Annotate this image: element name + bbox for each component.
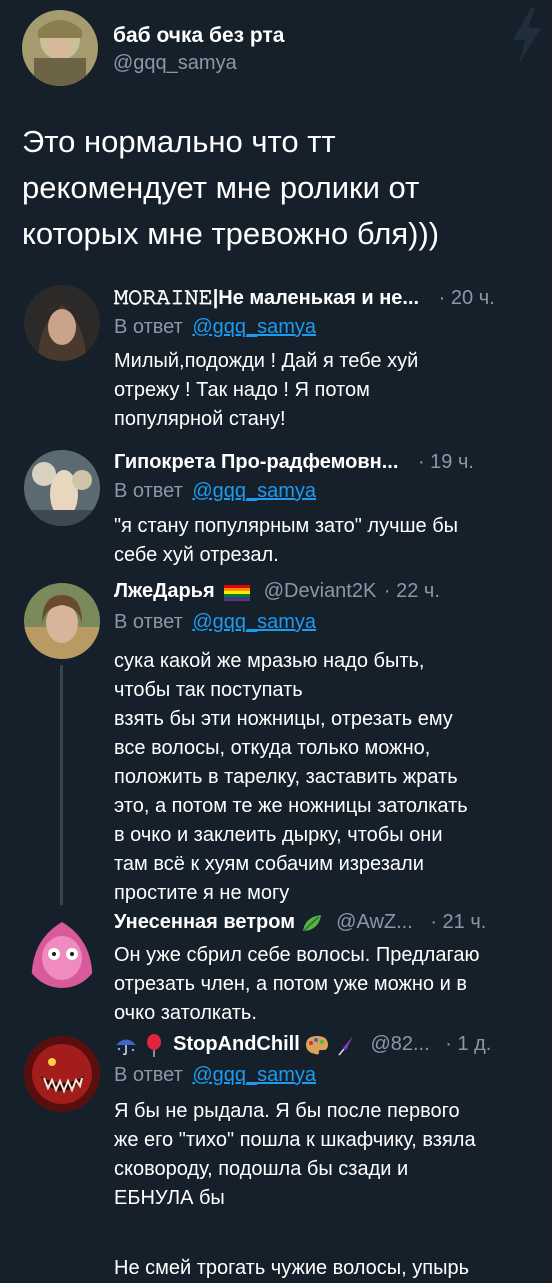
reply-1-avatar[interactable] <box>24 285 100 361</box>
main-author-name[interactable]: баб очка без рта <box>113 24 284 48</box>
reply-4-name[interactable]: Унесенная ветром <box>114 911 295 933</box>
reply-5-reply-to: В ответ @gqq_samya <box>114 1064 316 1087</box>
reply-1-reply-to: В ответ @gqq_samya <box>114 316 316 339</box>
text-line: взять бы эти ножницы, отрезать ему <box>114 708 453 730</box>
text-line: сука какой же мразью надо быть, <box>114 650 425 672</box>
text-line: чтобы так поступать <box>114 679 303 701</box>
reply-3-handle[interactable]: @Deviant2K <box>264 580 377 602</box>
reply-2-reply-to: В ответ @gqq_samya <box>114 480 316 503</box>
text-line: положить в тарелку, заставить жрать <box>114 766 458 788</box>
text-line: Милый,подожди ! Дай я тебе хуй <box>114 350 419 372</box>
reply-2-avatar[interactable] <box>24 450 100 526</box>
main-tweet-text: Это нормально что тт рекомендует мне рол… <box>22 124 440 251</box>
reply-2-reply-handle[interactable]: @gqq_samya <box>192 480 316 502</box>
reply-1-reply-prefix: В ответ <box>114 316 183 338</box>
text-line: Он уже сбрил себе волосы. Предлагаю <box>114 944 480 966</box>
text-line: отрезать член, а потом уже можно и в <box>114 973 467 995</box>
balloon-icon <box>144 1033 164 1057</box>
reply-3-reply-to: В ответ @gqq_samya <box>114 611 316 634</box>
artist-palette-icon <box>305 1035 329 1055</box>
reply-3-header: ЛжеДарья @Deviant2K · 22 ч. <box>114 580 440 603</box>
reply-1-text: Милый,подожди ! Дай я тебе хуй отрежу ! … <box>114 347 534 434</box>
rainbow-flag-icon <box>224 584 251 601</box>
reply-2-reply-prefix: В ответ <box>114 480 183 502</box>
reply-3-name[interactable]: ЛжеДарья <box>114 580 215 602</box>
text-line: все волосы, откуда только можно, <box>114 737 431 759</box>
text-line: это, а потом те же ножницы затолкать <box>114 795 468 817</box>
text-line: сковороду, подошла бы сзади и <box>114 1158 409 1180</box>
reply-4-text: Он уже сбрил себе волосы. Предлагаю отре… <box>114 941 548 1028</box>
reply-4-handle[interactable]: @AwZ... <box>336 911 413 933</box>
text-line: очко затолкать. <box>114 1002 257 1024</box>
reply-2-header: Гипокрета Про-радфемовн... · 19 ч. <box>114 451 474 474</box>
reply-4-header: Унесенная ветром @AwZ... · 21 ч. <box>114 911 486 934</box>
reply-5-avatar[interactable] <box>24 1036 100 1112</box>
reply-1-header: 𝙼𝙾𝚁𝙰𝙸𝙽𝙴|Не маленькая и не... · 20 ч. <box>114 287 495 310</box>
reply-5-reply-handle[interactable]: @gqq_samya <box>192 1064 316 1086</box>
text-line: там всё к хуям собачим изрезали <box>114 853 424 875</box>
text-line: популярной стану! <box>114 408 286 430</box>
text-line: в очко и заклеить дырку, чтобы они <box>114 824 443 846</box>
text-line: Я бы не рыдала. Я бы после первого <box>114 1100 460 1122</box>
reply-5-name[interactable]: StopAndChill <box>173 1033 300 1055</box>
leaf-icon <box>301 913 323 933</box>
reply-1-time[interactable]: · 20 ч. <box>439 287 495 309</box>
reply-5-text: Я бы не рыдала. Я бы после первого же ег… <box>114 1097 544 1283</box>
reply-3-reply-prefix: В ответ <box>114 611 183 633</box>
main-author-handle[interactable]: @gqq_samya <box>113 52 237 75</box>
reply-3-time[interactable]: · 22 ч. <box>384 580 440 602</box>
text-line: "я стану популярным зато" лучше бы <box>114 515 459 537</box>
lightning-bolt-icon <box>507 6 545 66</box>
reply-2-time[interactable]: · 19 ч. <box>418 451 474 473</box>
reply-4-avatar[interactable] <box>24 912 100 988</box>
reply-1-name[interactable]: 𝙼𝙾𝚁𝙰𝙸𝙽𝙴|Не маленькая и не... <box>114 287 419 309</box>
reply-5-reply-prefix: В ответ <box>114 1064 183 1086</box>
text-line: Не смей трогать чужие волосы, упырь <box>114 1257 470 1279</box>
text-line: простите я не могу <box>114 882 290 904</box>
thread-line <box>60 665 63 905</box>
text-line: себе хуй отрезал. <box>114 544 279 566</box>
reply-4-time[interactable]: · 21 ч. <box>430 911 486 933</box>
main-author-avatar[interactable] <box>22 10 98 86</box>
reply-3-reply-handle[interactable]: @gqq_samya <box>192 611 316 633</box>
closed-umbrella-icon <box>335 1034 357 1056</box>
reply-1-reply-handle[interactable]: @gqq_samya <box>192 316 316 338</box>
text-line: ЕБНУЛА бы <box>114 1187 225 1209</box>
umbrella-rain-icon <box>114 1034 138 1056</box>
reply-2-name[interactable]: Гипокрета Про-радфемовн... <box>114 451 398 473</box>
text-line: отрежу ! Так надо ! Я потом <box>114 379 370 401</box>
reply-3-text: сука какой же мразью надо быть, чтобы та… <box>114 647 544 908</box>
reply-2-text: "я стану популярным зато" лучше бы себе … <box>114 512 534 570</box>
text-line: же его "тихо" пошла к шкафчику, взяла <box>114 1129 476 1151</box>
reply-5-header: StopAndChill @82... · 1 д. <box>114 1033 491 1057</box>
reply-3-avatar[interactable] <box>24 583 100 659</box>
reply-5-time[interactable]: · 1 д. <box>445 1033 491 1055</box>
reply-5-handle[interactable]: @82... <box>370 1033 429 1055</box>
text-line <box>114 1213 544 1242</box>
